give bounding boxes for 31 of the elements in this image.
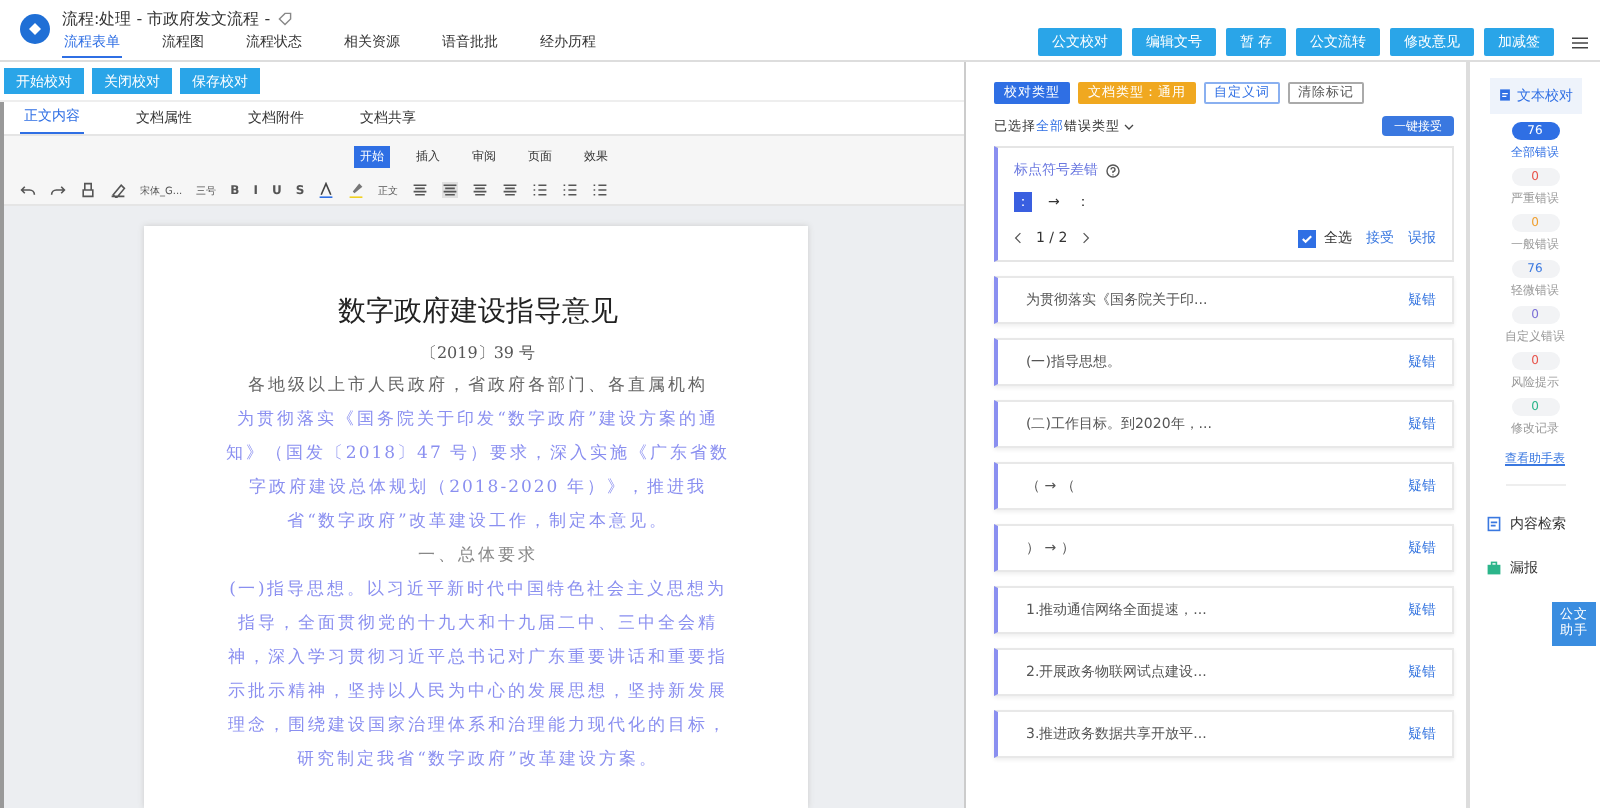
align-icon[interactable]	[472, 182, 489, 198]
marked-paragraph: 为贯彻落实《国务院关于印发“数字政府”建设方案的通知》（国发〔2018〕47 号）要求，深入实施《广东省数字政府建设总体规划（2018-2020 年）》，推进我省“数字政府”改革建设工作，制定本意见。	[224, 407, 732, 536]
font-color-icon[interactable]	[318, 182, 335, 198]
document-number: 〔2019〕39 号	[418, 342, 538, 364]
align-icon[interactable]	[412, 182, 429, 198]
document-icon	[1497, 88, 1511, 102]
align-icon[interactable]	[502, 182, 519, 198]
document-search-icon	[1486, 516, 1502, 532]
previous-icon[interactable]	[1014, 232, 1022, 244]
briefcase-icon	[1486, 560, 1502, 576]
toolbar-icon[interactable]	[50, 182, 66, 198]
list-icon[interactable]	[562, 182, 579, 198]
align-icon[interactable]	[442, 182, 459, 198]
section-heading: 一、总体要求	[416, 544, 540, 570]
salutation-text: 各地级以上市人民政府，省政府各部门、各直属机构	[246, 373, 710, 400]
next-icon[interactable]	[1081, 232, 1090, 244]
help-icon[interactable]	[1106, 163, 1120, 177]
toolbar-icon[interactable]	[110, 182, 126, 198]
select-all-checkbox[interactable]	[1298, 229, 1316, 247]
list-icon[interactable]	[592, 182, 609, 198]
chevron-down-icon[interactable]	[1124, 123, 1134, 129]
toolbar-icon[interactable]	[80, 182, 96, 198]
app-logo-icon	[20, 13, 50, 43]
tag-icon	[278, 12, 293, 26]
menu-icon[interactable]	[1572, 35, 1588, 49]
highlight-icon[interactable]	[348, 182, 365, 198]
document-title: 数字政府建设指导意见	[336, 294, 620, 330]
window-title: 流程:处理 - 市政府发文流程 -	[62, 8, 271, 30]
list-icon[interactable]	[532, 182, 549, 198]
toolbar-icon[interactable]	[20, 182, 36, 198]
marked-paragraph: (一)指导思想。以习近平新时代中国特色社会主义思想为指导，全面贯彻党的十九大和十九届二中、三中全会精神，深入学习贯彻习近平总书记对广东重要讲话和重要指示批示精神，坚持以人民为中心的发展思想，坚持新发展理念，围绕建设国家治理体系和治理能力现代化的目标，研究制定我省“数字政府”改革建设方案。	[226, 577, 730, 774]
